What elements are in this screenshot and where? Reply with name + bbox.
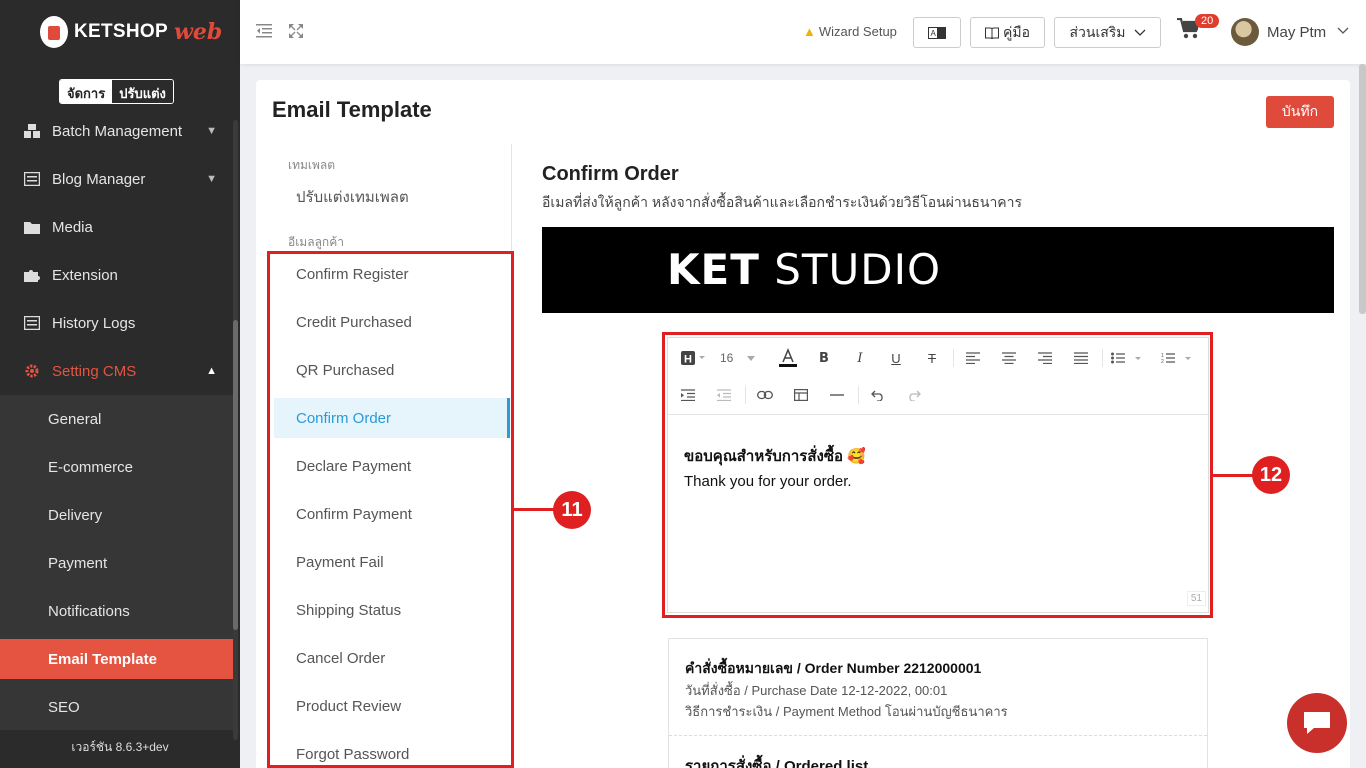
mode-manage-button[interactable]: จัดการ <box>60 80 113 103</box>
ordered-list-title: รายการสั่งซื้อ / Ordered list <box>685 758 869 768</box>
language-button[interactable]: A <box>913 17 961 48</box>
sidebar-item-history-logs[interactable]: History Logs <box>0 299 235 347</box>
logo-script: web <box>173 19 223 45</box>
order-number: คำสั่งซื้อหมายเลข / Order Number 2212000… <box>685 660 982 676</box>
sidebar-subitem-seo[interactable]: SEO <box>0 687 235 727</box>
sidebar-item-label: Blog Manager <box>52 170 146 188</box>
sidebar-item-label: Media <box>52 218 93 236</box>
sidebar-subitem-general[interactable]: General <box>0 399 235 439</box>
save-button[interactable]: บันทึก <box>1266 96 1334 128</box>
logo-icon <box>40 16 68 48</box>
book-icon <box>984 27 999 39</box>
svg-text:A: A <box>931 29 937 38</box>
order-date: วันที่สั่งซื้อ / Purchase Date 12-12-202… <box>685 683 948 698</box>
chat-icon <box>1304 712 1330 734</box>
page-title: Email Template <box>272 97 432 122</box>
order-preview: คำสั่งซื้อหมายเลข / Order Number 2212000… <box>668 638 1208 768</box>
sidebar-item-label: Extension <box>52 266 118 284</box>
sidebar-scrollbar[interactable] <box>233 120 238 740</box>
sidebar-item-blog-manager[interactable]: Blog Manager ▼ <box>0 155 235 203</box>
chevron-down-icon: ▼ <box>206 125 217 137</box>
chevron-down-icon: ▼ <box>206 173 217 185</box>
sidebar-subitem-ecommerce[interactable]: E-commerce <box>0 447 235 487</box>
manual-button[interactable]: คู่มือ <box>970 17 1045 48</box>
chat-button[interactable] <box>1287 693 1347 753</box>
divider <box>669 735 1207 736</box>
logo-main: KETSHOP <box>74 21 168 42</box>
user-name[interactable]: May Ptm <box>1267 24 1326 41</box>
template-description: อีเมลที่ส่งให้ลูกค้า หลังจากสั่งซื้อสินค… <box>542 194 1023 210</box>
email-header-banner[interactable]: KET STUDIO <box>542 227 1334 313</box>
list-icon <box>24 316 40 330</box>
sidebar-subitem-email-template[interactable]: Email Template <box>0 639 235 679</box>
addons-label: ส่วนเสริม <box>1069 23 1126 40</box>
puzzle-icon <box>24 268 40 282</box>
mode-customize-button[interactable]: ปรับแต่ง <box>112 80 173 103</box>
sidebar-item-setting-cms[interactable]: Setting CMS ▲ <box>0 347 235 395</box>
callout-badge-11: 11 <box>553 491 591 529</box>
page-scrollbar[interactable] <box>1359 64 1366 314</box>
callout-badge-12: 12 <box>1252 456 1290 494</box>
wizard-setup-label: Wizard Setup <box>818 24 897 39</box>
top-bar: ▲ Wizard Setup A คู่มือ ส่วนเสริม 20 May… <box>240 0 1366 64</box>
cart-count-badge: 20 <box>1195 14 1220 28</box>
fullscreen-icon[interactable] <box>289 24 303 42</box>
sidebar-item-extension[interactable]: Extension <box>0 251 235 299</box>
sidebar-scrollbar-thumb[interactable] <box>233 320 238 630</box>
banner-logo-bold: KET <box>667 245 760 294</box>
sidebar: KETSHOP web จัดการ ปรับแต่ง Batch Manage… <box>0 0 240 768</box>
translate-icon: A <box>928 26 946 39</box>
section-label-template: เทมเพลต <box>288 158 336 172</box>
section-label-customer-email: อีเมลลูกค้า <box>288 235 344 249</box>
warning-icon: ▲ <box>803 24 816 39</box>
sidebar-item-label: Setting CMS <box>52 362 137 380</box>
template-title: Confirm Order <box>542 163 679 185</box>
highlight-editor <box>662 332 1213 618</box>
highlight-template-list <box>267 251 514 768</box>
version-label: เวอร์ชัน 8.6.3+dev <box>71 740 169 754</box>
chevron-down-icon <box>1134 29 1145 36</box>
collapse-sidebar-icon[interactable] <box>256 24 272 42</box>
banner-logo-light: STUDIO <box>759 245 942 294</box>
mode-toggle: จัดการ ปรับแต่ง <box>59 79 174 104</box>
gear-icon <box>24 364 40 378</box>
manual-label: คู่มือ <box>1002 23 1030 40</box>
chevron-down-icon[interactable] <box>1337 24 1349 38</box>
sidebar-subitem-notifications[interactable]: Notifications <box>0 591 235 631</box>
sidebar-item-label: Batch Management <box>52 122 183 140</box>
sidebar-subitem-payment[interactable]: Payment <box>0 543 235 583</box>
chevron-up-icon: ▲ <box>206 365 217 377</box>
callout-connector <box>514 508 554 511</box>
sidebar-item-batch-management[interactable]: Batch Management ▼ <box>0 107 235 155</box>
sidebar-item-label: History Logs <box>52 314 136 332</box>
wizard-setup-link[interactable]: ▲ Wizard Setup <box>803 24 897 39</box>
sidebar-subitem-delivery[interactable]: Delivery <box>0 495 235 535</box>
blog-icon <box>24 172 40 186</box>
batch-icon <box>24 124 40 138</box>
avatar[interactable] <box>1231 18 1259 46</box>
callout-connector <box>1213 474 1253 477</box>
sidebar-item-media[interactable]: Media <box>0 203 235 251</box>
addons-dropdown[interactable]: ส่วนเสริม <box>1054 17 1161 48</box>
app-logo[interactable]: KETSHOP web <box>40 16 222 48</box>
folder-icon <box>24 220 40 234</box>
order-payment-method: วิธีการชำระเงิน / Payment Method โอนผ่าน… <box>685 704 1008 719</box>
customize-template-link[interactable]: ปรับแต่งเทมเพลต <box>274 177 510 217</box>
banner-logo-text: KET STUDIO <box>667 245 941 294</box>
